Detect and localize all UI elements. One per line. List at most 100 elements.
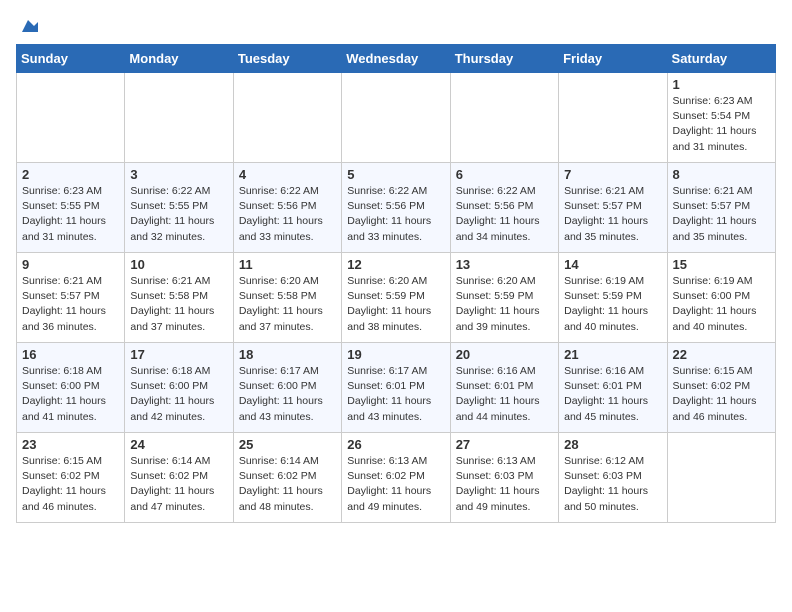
calendar-cell: 10 Sunrise: 6:21 AM Sunset: 5:58 PM Dayli… [125, 253, 233, 343]
calendar-cell [233, 73, 341, 163]
day-info: Sunrise: 6:15 AM Sunset: 6:02 PM Dayligh… [22, 454, 119, 515]
calendar-cell: 20 Sunrise: 6:16 AM Sunset: 6:01 PM Dayli… [450, 343, 558, 433]
calendar-cell: 25 Sunrise: 6:14 AM Sunset: 6:02 PM Dayli… [233, 433, 341, 523]
calendar-cell: 16 Sunrise: 6:18 AM Sunset: 6:00 PM Dayli… [17, 343, 125, 433]
calendar-cell [17, 73, 125, 163]
calendar-cell: 4 Sunrise: 6:22 AM Sunset: 5:56 PM Daylig… [233, 163, 341, 253]
day-header-tuesday: Tuesday [233, 45, 341, 73]
day-number: 22 [673, 347, 770, 362]
calendar-cell: 23 Sunrise: 6:15 AM Sunset: 6:02 PM Dayli… [17, 433, 125, 523]
day-number: 4 [239, 167, 336, 182]
calendar-cell: 26Sunrise: 6:13 AM Sunset: 6:02 PM Dayli… [342, 433, 450, 523]
day-info: Sunrise: 6:20 AM Sunset: 5:59 PM Dayligh… [347, 274, 444, 335]
calendar-cell: 3Sunrise: 6:22 AM Sunset: 5:55 PM Daylig… [125, 163, 233, 253]
day-number: 23 [22, 437, 119, 452]
calendar-week-row: 9 Sunrise: 6:21 AM Sunset: 5:57 PM Daylig… [17, 253, 776, 343]
day-info: Sunrise: 6:21 AM Sunset: 5:58 PM Dayligh… [130, 274, 227, 335]
calendar-cell: 5 Sunrise: 6:22 AM Sunset: 5:56 PM Daylig… [342, 163, 450, 253]
day-info: Sunrise: 6:19 AM Sunset: 5:59 PM Dayligh… [564, 274, 661, 335]
day-header-friday: Friday [559, 45, 667, 73]
day-info: Sunrise: 6:18 AM Sunset: 6:00 PM Dayligh… [22, 364, 119, 425]
day-number: 25 [239, 437, 336, 452]
day-info: Sunrise: 6:23 AM Sunset: 5:54 PM Dayligh… [673, 94, 770, 155]
day-info: Sunrise: 6:13 AM Sunset: 6:03 PM Dayligh… [456, 454, 553, 515]
calendar-cell: 2Sunrise: 6:23 AM Sunset: 5:55 PM Daylig… [17, 163, 125, 253]
calendar-cell: 9 Sunrise: 6:21 AM Sunset: 5:57 PM Daylig… [17, 253, 125, 343]
day-header-monday: Monday [125, 45, 233, 73]
day-number: 10 [130, 257, 227, 272]
day-info: Sunrise: 6:16 AM Sunset: 6:01 PM Dayligh… [564, 364, 661, 425]
calendar-cell: 17 Sunrise: 6:18 AM Sunset: 6:00 PM Dayli… [125, 343, 233, 433]
calendar-cell: 22 Sunrise: 6:15 AM Sunset: 6:02 PM Dayli… [667, 343, 775, 433]
day-number: 12 [347, 257, 444, 272]
day-info: Sunrise: 6:23 AM Sunset: 5:55 PM Dayligh… [22, 184, 119, 245]
calendar-cell: 13 Sunrise: 6:20 AM Sunset: 5:59 PM Dayli… [450, 253, 558, 343]
day-number: 24 [130, 437, 227, 452]
day-info: Sunrise: 6:20 AM Sunset: 5:58 PM Dayligh… [239, 274, 336, 335]
day-number: 18 [239, 347, 336, 362]
calendar-cell: 11 Sunrise: 6:20 AM Sunset: 5:58 PM Dayli… [233, 253, 341, 343]
calendar-cell: 15 Sunrise: 6:19 AM Sunset: 6:00 PM Dayli… [667, 253, 775, 343]
day-info: Sunrise: 6:17 AM Sunset: 6:00 PM Dayligh… [239, 364, 336, 425]
day-info: Sunrise: 6:19 AM Sunset: 6:00 PM Dayligh… [673, 274, 770, 335]
day-info: Sunrise: 6:21 AM Sunset: 5:57 PM Dayligh… [673, 184, 770, 245]
day-info: Sunrise: 6:21 AM Sunset: 5:57 PM Dayligh… [22, 274, 119, 335]
day-info: Sunrise: 6:16 AM Sunset: 6:01 PM Dayligh… [456, 364, 553, 425]
calendar-cell [667, 433, 775, 523]
day-number: 21 [564, 347, 661, 362]
day-number: 1 [673, 77, 770, 92]
calendar-cell: 8 Sunrise: 6:21 AM Sunset: 5:57 PM Daylig… [667, 163, 775, 253]
day-info: Sunrise: 6:21 AM Sunset: 5:57 PM Dayligh… [564, 184, 661, 245]
calendar-cell: 1 Sunrise: 6:23 AM Sunset: 5:54 PM Daylig… [667, 73, 775, 163]
day-number: 15 [673, 257, 770, 272]
day-number: 19 [347, 347, 444, 362]
day-number: 20 [456, 347, 553, 362]
day-number: 28 [564, 437, 661, 452]
day-number: 6 [456, 167, 553, 182]
calendar-week-row: 23 Sunrise: 6:15 AM Sunset: 6:02 PM Dayli… [17, 433, 776, 523]
day-info: Sunrise: 6:20 AM Sunset: 5:59 PM Dayligh… [456, 274, 553, 335]
calendar-cell: 19Sunrise: 6:17 AM Sunset: 6:01 PM Dayli… [342, 343, 450, 433]
day-number: 16 [22, 347, 119, 362]
day-number: 9 [22, 257, 119, 272]
day-number: 11 [239, 257, 336, 272]
day-info: Sunrise: 6:22 AM Sunset: 5:56 PM Dayligh… [347, 184, 444, 245]
calendar-cell: 28Sunrise: 6:12 AM Sunset: 6:03 PM Dayli… [559, 433, 667, 523]
day-number: 27 [456, 437, 553, 452]
day-number: 7 [564, 167, 661, 182]
calendar-cell: 7 Sunrise: 6:21 AM Sunset: 5:57 PM Daylig… [559, 163, 667, 253]
page-header [16, 16, 776, 32]
calendar-cell: 12 Sunrise: 6:20 AM Sunset: 5:59 PM Dayli… [342, 253, 450, 343]
day-header-saturday: Saturday [667, 45, 775, 73]
calendar-cell: 24 Sunrise: 6:14 AM Sunset: 6:02 PM Dayli… [125, 433, 233, 523]
day-number: 17 [130, 347, 227, 362]
logo [16, 16, 38, 32]
calendar-cell: 18 Sunrise: 6:17 AM Sunset: 6:00 PM Dayli… [233, 343, 341, 433]
day-number: 8 [673, 167, 770, 182]
calendar-cell: 14 Sunrise: 6:19 AM Sunset: 5:59 PM Dayli… [559, 253, 667, 343]
day-info: Sunrise: 6:14 AM Sunset: 6:02 PM Dayligh… [130, 454, 227, 515]
calendar-cell [342, 73, 450, 163]
day-number: 5 [347, 167, 444, 182]
day-info: Sunrise: 6:18 AM Sunset: 6:00 PM Dayligh… [130, 364, 227, 425]
calendar-week-row: 1 Sunrise: 6:23 AM Sunset: 5:54 PM Daylig… [17, 73, 776, 163]
calendar-cell [125, 73, 233, 163]
day-number: 13 [456, 257, 553, 272]
logo-icon [18, 16, 38, 36]
day-header-wednesday: Wednesday [342, 45, 450, 73]
day-number: 14 [564, 257, 661, 272]
calendar-cell [450, 73, 558, 163]
day-number: 26 [347, 437, 444, 452]
day-info: Sunrise: 6:22 AM Sunset: 5:56 PM Dayligh… [239, 184, 336, 245]
day-info: Sunrise: 6:22 AM Sunset: 5:55 PM Dayligh… [130, 184, 227, 245]
calendar-table: SundayMondayTuesdayWednesdayThursdayFrid… [16, 44, 776, 523]
calendar-week-row: 16 Sunrise: 6:18 AM Sunset: 6:00 PM Dayli… [17, 343, 776, 433]
calendar-cell: 21 Sunrise: 6:16 AM Sunset: 6:01 PM Dayli… [559, 343, 667, 433]
day-header-thursday: Thursday [450, 45, 558, 73]
day-info: Sunrise: 6:22 AM Sunset: 5:56 PM Dayligh… [456, 184, 553, 245]
day-info: Sunrise: 6:15 AM Sunset: 6:02 PM Dayligh… [673, 364, 770, 425]
day-info: Sunrise: 6:14 AM Sunset: 6:02 PM Dayligh… [239, 454, 336, 515]
calendar-week-row: 2Sunrise: 6:23 AM Sunset: 5:55 PM Daylig… [17, 163, 776, 253]
day-header-sunday: Sunday [17, 45, 125, 73]
calendar-cell: 27 Sunrise: 6:13 AM Sunset: 6:03 PM Dayli… [450, 433, 558, 523]
